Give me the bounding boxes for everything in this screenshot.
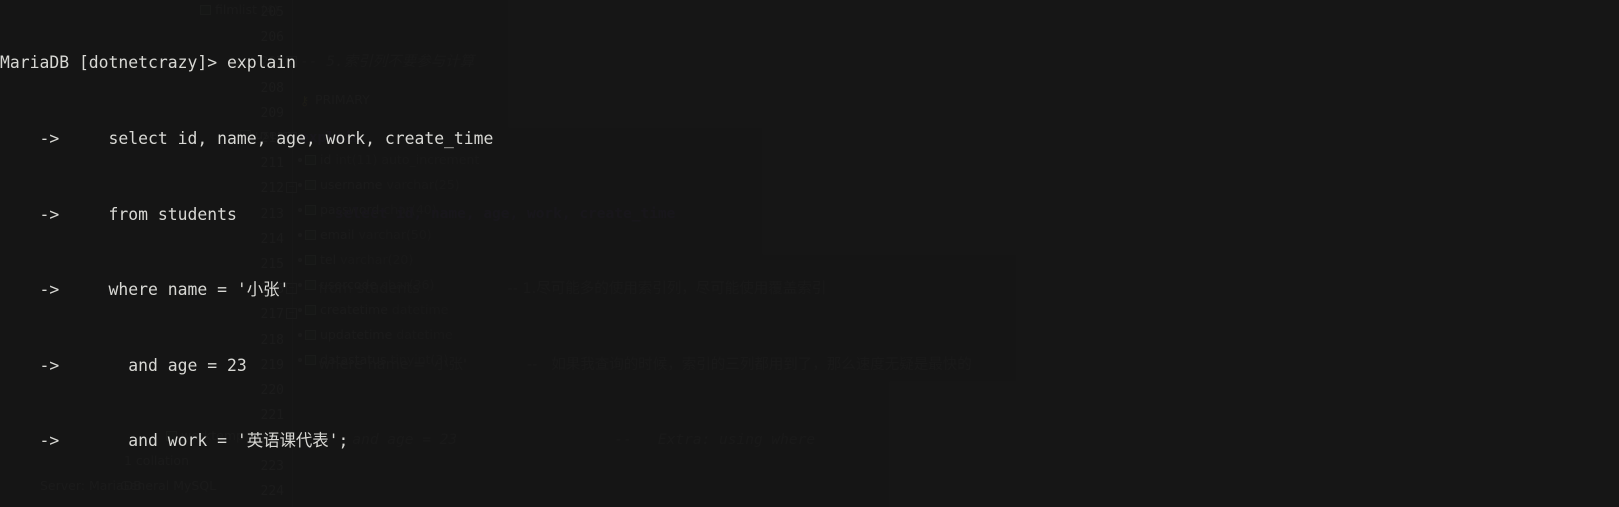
- terminal-line: -> where name = '小张': [0, 280, 290, 300]
- terminal-line: -> select id, name, age, work, create_ti…: [0, 129, 494, 148]
- mariadb-terminal[interactable]: MariaDB [dotnetcrazy]> explain -> select…: [0, 0, 1619, 507]
- terminal-line: -> and work = '英语课代表';: [0, 431, 349, 451]
- terminal-line: -> from students: [0, 204, 237, 224]
- terminal-line: -> and age = 23: [0, 355, 247, 375]
- terminal-line-prompt: MariaDB [dotnetcrazy]> explain: [0, 53, 297, 73]
- screenshot-stage: filmlist (4) users id int(11) auto_incre…: [0, 0, 1619, 507]
